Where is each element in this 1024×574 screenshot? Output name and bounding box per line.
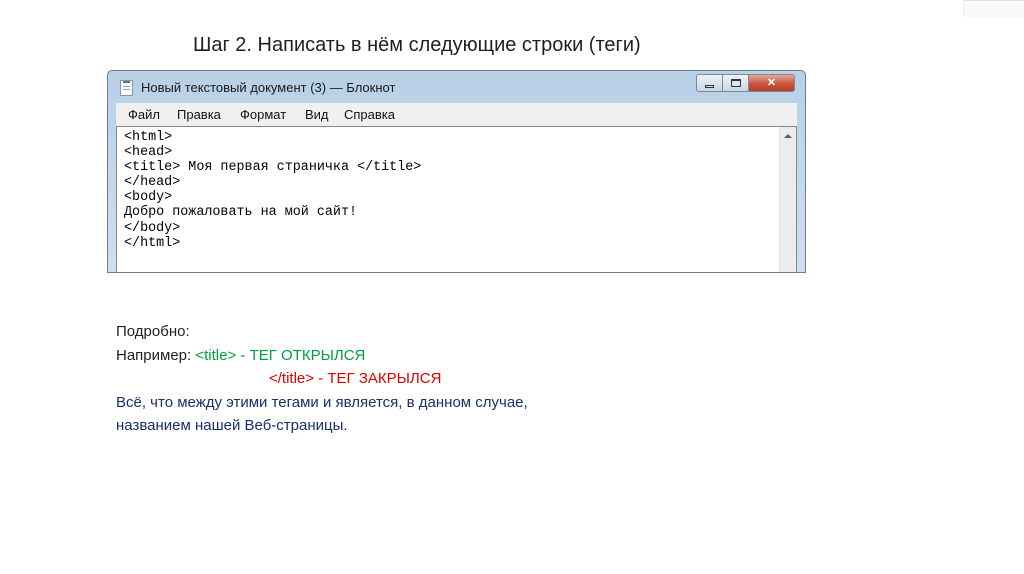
explanation-line-2: названием нашей Веб-страницы. xyxy=(116,417,348,434)
close-button[interactable]: ✕ xyxy=(749,74,795,92)
open-tag: <title> xyxy=(195,346,237,364)
window-controls: ✕ xyxy=(696,74,795,92)
editor-line: <body> xyxy=(124,190,173,206)
example-line: Например: <title> - ТЕГ ОТКРЫЛСЯ xyxy=(116,344,528,368)
maximize-icon xyxy=(730,79,741,87)
menu-edit[interactable]: Правка xyxy=(177,107,221,122)
explanation-block: Подробно: Например: <title> - ТЕГ ОТКРЫЛ… xyxy=(116,320,528,438)
minimize-icon xyxy=(705,84,714,88)
menu-format[interactable]: Формат xyxy=(240,107,286,122)
editor-line: Добро пожаловать на мой сайт! xyxy=(124,205,358,221)
editor-line: <head> xyxy=(124,145,173,161)
text-editor[interactable]: <html> <head> <title> Моя первая странич… xyxy=(116,126,797,272)
menu-help[interactable]: Справка xyxy=(344,107,395,122)
open-tag-description: - ТЕГ ОТКРЫЛСЯ xyxy=(236,346,366,364)
menu-bar: Файл Правка Формат Вид Справка xyxy=(116,103,797,127)
editor-content[interactable]: <html> <head> <title> Моя первая странич… xyxy=(124,130,421,251)
editor-line: <title> Моя первая страничка </title> xyxy=(124,160,422,176)
maximize-button[interactable] xyxy=(723,74,749,92)
notes-heading: Подробно: xyxy=(116,323,190,340)
close-tag-line: </title> - ТЕГ ЗАКРЫЛСЯ xyxy=(116,367,528,391)
scroll-up-arrow-icon[interactable] xyxy=(784,134,792,138)
close-tag: </title> xyxy=(269,370,315,387)
example-prefix: Например: xyxy=(116,346,196,364)
notepad-icon[interactable] xyxy=(120,80,133,96)
window-title: Новый текстовый документ (3) — Блокнот xyxy=(141,80,396,95)
menu-file[interactable]: Файл xyxy=(128,107,160,122)
menu-view[interactable]: Вид xyxy=(305,107,329,122)
notepad-window: Новый текстовый документ (3) — Блокнот ✕… xyxy=(107,70,806,273)
minimize-button[interactable] xyxy=(696,74,723,92)
close-icon: ✕ xyxy=(766,76,777,89)
close-tag-description: - ТЕГ ЗАКРЫЛСЯ xyxy=(314,370,442,387)
editor-line: </head> xyxy=(124,175,181,191)
editor-line: </body> xyxy=(124,220,181,236)
slide-corner-decoration xyxy=(963,0,1024,17)
explanation-line-1: Всё, что между этими тегами и является, … xyxy=(116,393,528,411)
slide-title: Шаг 2. Написать в нём следующие строки (… xyxy=(193,34,641,56)
title-bar[interactable]: Новый текстовый документ (3) — Блокнот ✕ xyxy=(108,71,805,103)
editor-line: </html> xyxy=(124,235,181,251)
editor-line: <html> xyxy=(124,130,173,145)
vertical-scrollbar[interactable] xyxy=(779,127,796,272)
